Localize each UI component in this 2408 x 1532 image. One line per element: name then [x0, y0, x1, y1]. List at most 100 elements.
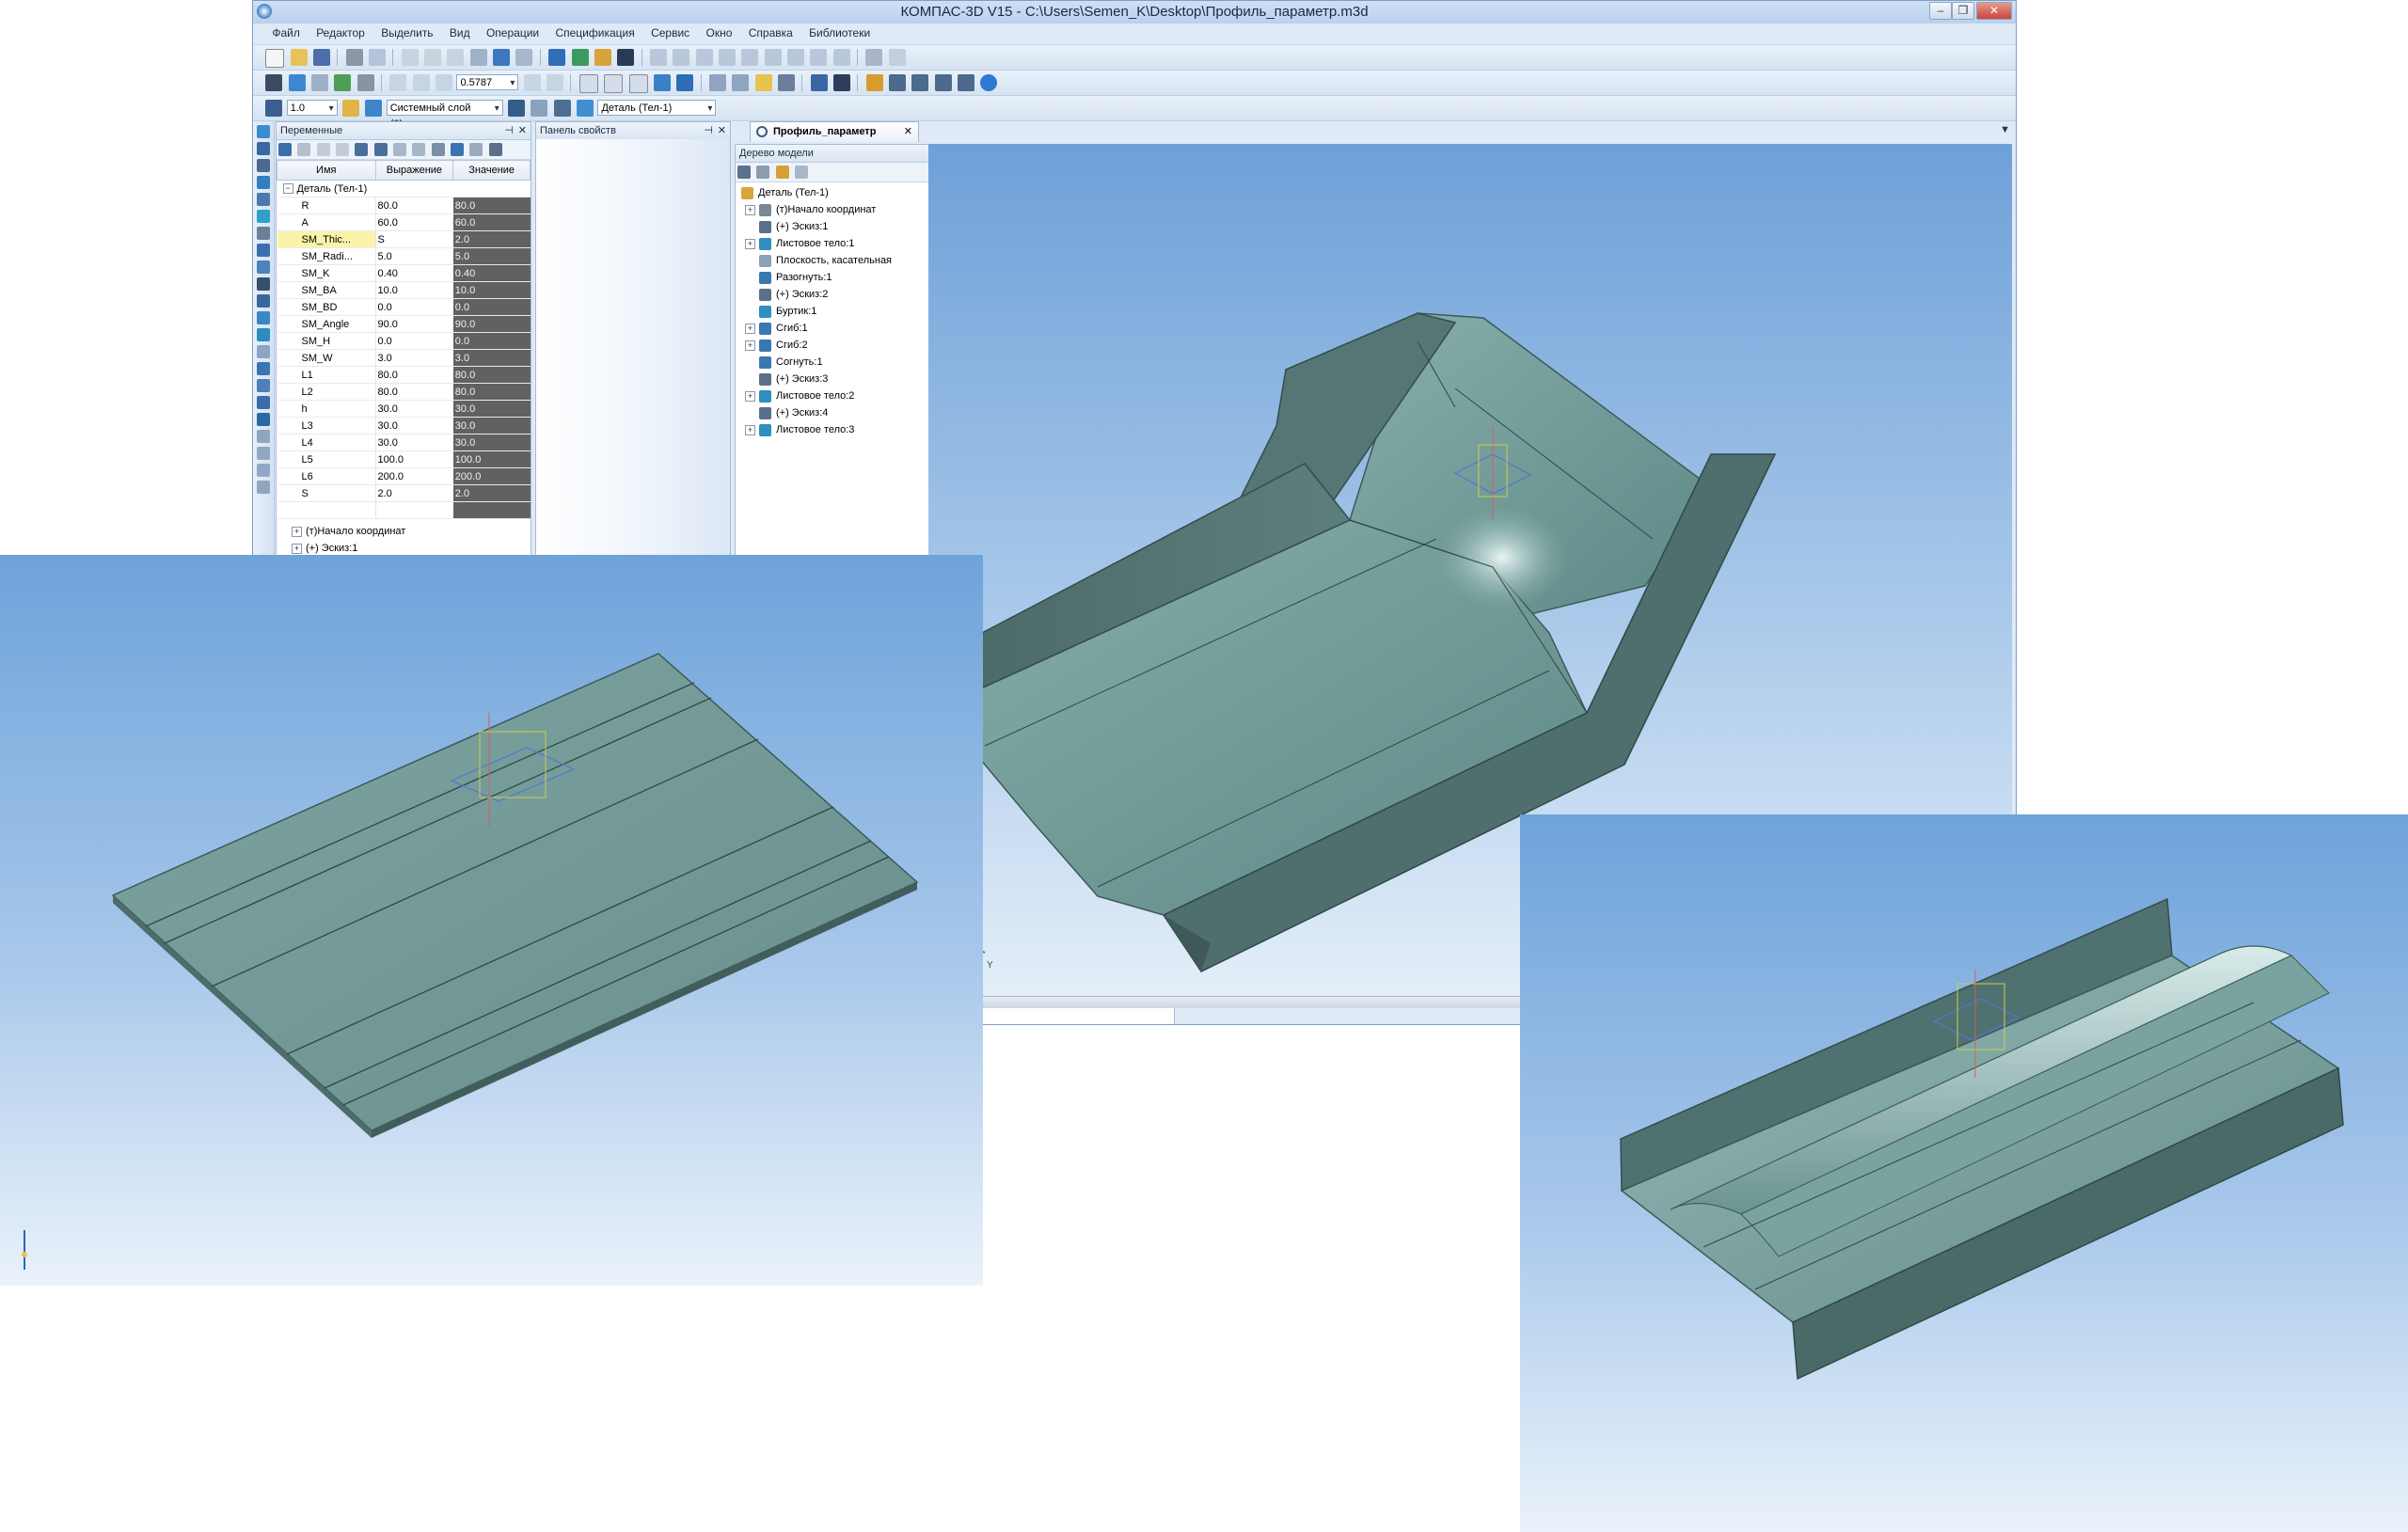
variable-value-cell[interactable]: 90.0	[452, 315, 531, 333]
sheet-metal-icon[interactable]	[257, 345, 270, 358]
sheet-metal-icon[interactable]	[257, 328, 270, 341]
variable-name-cell[interactable]: L3	[277, 417, 375, 434]
help-pointer-icon[interactable]	[617, 49, 635, 66]
column-value[interactable]: Значение	[452, 160, 531, 181]
cs-icon[interactable]	[508, 100, 526, 117]
print-icon[interactable]	[345, 49, 363, 66]
snap-icon[interactable]	[832, 49, 850, 66]
expand-icon[interactable]: +	[745, 323, 755, 334]
sheet-metal-icon[interactable]	[257, 430, 270, 443]
hidden-lines-icon[interactable]	[604, 74, 624, 93]
variable-expression-cell[interactable]: S	[374, 230, 453, 248]
sheet-metal-icon[interactable]	[257, 413, 270, 426]
variables-root-row[interactable]: − Деталь (Тел-1)	[277, 180, 531, 197]
aux-geometry-icon[interactable]	[257, 210, 270, 223]
shaded-edges-icon[interactable]	[676, 74, 694, 91]
cut-icon[interactable]	[401, 49, 419, 66]
snap-icon[interactable]	[673, 49, 690, 66]
variable-name-cell[interactable]: SM_K	[277, 264, 375, 282]
variable-name-cell[interactable]: SM_BD	[277, 298, 375, 316]
move-up-icon[interactable]	[355, 143, 369, 156]
manager-icon[interactable]	[548, 49, 566, 66]
spec-icon[interactable]	[257, 277, 270, 291]
variable-row[interactable]: S 2.0 2.0	[277, 484, 531, 502]
variable-row[interactable]: h 30.0 30.0	[277, 400, 531, 418]
variable-name-cell[interactable]: L6	[277, 467, 375, 485]
variable-expression-cell[interactable]: 200.0	[374, 467, 453, 485]
table-icon[interactable]	[334, 74, 352, 91]
reports-icon[interactable]	[257, 294, 270, 308]
box-icon[interactable]	[754, 74, 772, 91]
variable-row[interactable]: SM_BD 0.0 0.0	[277, 298, 531, 316]
report-icon[interactable]	[832, 74, 850, 91]
wireframe-icon[interactable]	[578, 74, 598, 93]
expand-icon[interactable]: +	[745, 390, 755, 402]
variable-expression-cell[interactable]: 5.0	[374, 247, 453, 265]
variable-row[interactable]: L1 80.0 80.0	[277, 366, 531, 384]
close-icon[interactable]: ✕	[718, 122, 726, 139]
variable-name-cell[interactable]: L2	[277, 383, 375, 401]
select-filter-icon[interactable]	[708, 74, 726, 91]
delete-variable-icon[interactable]	[297, 143, 311, 156]
paste-icon[interactable]	[447, 49, 465, 66]
expand-icon[interactable]: +	[292, 543, 302, 554]
properties-icon[interactable]	[469, 49, 487, 66]
variable-expression-cell[interactable]: 30.0	[374, 434, 453, 451]
edit-icon[interactable]	[288, 74, 306, 91]
variable-expression-cell[interactable]: 30.0	[374, 417, 453, 434]
variable-row[interactable]: SM_Angle 90.0 90.0	[277, 315, 531, 333]
attribute-icon[interactable]	[865, 74, 883, 91]
menu-view[interactable]: Вид	[443, 24, 477, 42]
variable-row[interactable]: A 60.0 60.0	[277, 213, 531, 231]
variable-row[interactable]: SM_W 3.0 3.0	[277, 349, 531, 367]
snap-icon[interactable]	[649, 49, 667, 66]
expand-icon[interactable]: +	[745, 204, 755, 215]
new-variable-icon[interactable]	[278, 143, 292, 156]
layer-icon[interactable]	[365, 100, 383, 117]
help-icon[interactable]	[488, 143, 502, 156]
menu-specification[interactable]: Спецификация	[548, 24, 641, 42]
undo-icon[interactable]	[493, 49, 511, 66]
variable-expression-cell[interactable]: 100.0	[374, 450, 453, 468]
menu-editor[interactable]: Редактор	[309, 24, 372, 42]
variable-value-cell[interactable]: 5.0	[452, 247, 531, 265]
settings-icon[interactable]	[888, 49, 906, 66]
close-tab-icon[interactable]: ✕	[904, 122, 912, 141]
variable-value-cell[interactable]: 30.0	[452, 400, 531, 418]
variable-expression-cell[interactable]: 0.40	[374, 264, 453, 282]
save-icon[interactable]	[313, 49, 331, 66]
menu-select[interactable]: Выделить	[374, 24, 439, 42]
variable-expression-cell[interactable]: 0.0	[374, 298, 453, 316]
variable-value-cell[interactable]: 80.0	[452, 366, 531, 384]
sheet-metal-icon[interactable]	[257, 379, 270, 392]
local-cs-icon[interactable]	[265, 100, 283, 117]
variable-expression-cell[interactable]: 60.0	[374, 213, 453, 231]
variable-row[interactable]: L4 30.0 30.0	[277, 434, 531, 451]
table-icon[interactable]	[431, 143, 445, 156]
expand-icon[interactable]: +	[745, 340, 755, 351]
sketch-tools-icon[interactable]	[257, 142, 270, 155]
link-icon[interactable]	[393, 143, 407, 156]
variable-value-cell[interactable]: 80.0	[452, 383, 531, 401]
parametric-icon[interactable]	[553, 100, 571, 117]
function-icon[interactable]	[336, 143, 350, 156]
variable-row[interactable]: SM_BA 10.0 10.0	[277, 281, 531, 299]
zoom-icon[interactable]	[412, 74, 430, 91]
move-down-icon[interactable]	[373, 143, 388, 156]
layers-icon[interactable]	[311, 74, 329, 91]
variable-name-cell[interactable]: SM_W	[277, 349, 375, 367]
variable-value-cell[interactable]: 80.0	[452, 197, 531, 214]
shaded-icon[interactable]	[653, 74, 671, 91]
variable-name-cell[interactable]: SM_Thic...	[277, 230, 375, 248]
attribute-icon[interactable]	[911, 74, 929, 91]
variables-icon[interactable]	[594, 49, 611, 66]
variable-expression-cell[interactable]: 80.0	[374, 366, 453, 384]
table-icon[interactable]	[469, 143, 483, 156]
attribute-icon[interactable]	[934, 74, 952, 91]
empty-variable-row[interactable]	[277, 501, 531, 519]
detail-icon[interactable]	[577, 100, 594, 117]
variable-expression-cell[interactable]: 30.0	[374, 400, 453, 418]
variable-row[interactable]: L5 100.0 100.0	[277, 450, 531, 468]
model-icon[interactable]	[265, 74, 283, 91]
minimize-button[interactable]: –	[1929, 2, 1952, 20]
